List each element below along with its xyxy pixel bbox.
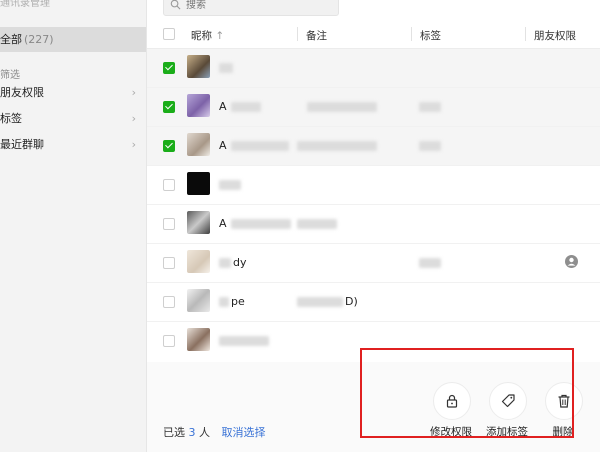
column-friend-permission[interactable]: 朋友权限 (534, 28, 576, 43)
column-remark[interactable]: 备注 (306, 28, 327, 43)
contact-nickname: A (219, 217, 227, 230)
row-checkbox[interactable] (163, 218, 175, 230)
table-row[interactable]: A (147, 205, 600, 244)
user-icon (565, 255, 578, 268)
selection-action-bar: 已选 3 人 取消选择 修改权限 添加标签 删除 (147, 362, 600, 452)
lock-icon (446, 394, 458, 408)
blurred-text (219, 258, 231, 268)
sidebar-item-label: 最近群聊 (0, 138, 44, 151)
contact-remark: D) (345, 295, 358, 308)
contact-nickname: dy (233, 256, 247, 269)
blurred-text (219, 180, 241, 190)
add-tag-circle[interactable] (489, 382, 527, 420)
avatar (187, 55, 210, 78)
selected-count: 3 (188, 426, 196, 439)
chevron-right-icon: › (131, 138, 136, 151)
search-icon (170, 0, 181, 10)
table-row[interactable]: dy (147, 244, 600, 283)
sidebar-item-label: 朋友权限 (0, 86, 44, 99)
chevron-right-icon: › (131, 112, 136, 125)
table-row[interactable]: pe D) (147, 283, 600, 322)
modify-permission-button[interactable]: 修改权限 (421, 382, 475, 452)
row-checkbox[interactable] (163, 179, 175, 191)
avatar (187, 94, 210, 117)
row-checkbox[interactable] (163, 335, 175, 347)
delete-circle[interactable] (545, 382, 583, 420)
avatar (187, 172, 210, 195)
contact-nickname: pe (231, 295, 245, 308)
blurred-remark (297, 219, 337, 229)
blurred-text (219, 297, 229, 307)
row-checkbox[interactable] (163, 257, 175, 269)
blurred-text (231, 219, 291, 229)
blurred-remark (297, 141, 377, 151)
cancel-selection-link[interactable]: 取消选择 (222, 426, 266, 439)
action-label: 删除 (552, 426, 574, 438)
avatar (187, 133, 210, 156)
column-divider (411, 27, 412, 41)
sidebar-item-friend-permission[interactable]: 朋友权限 › (0, 83, 140, 103)
search-input[interactable] (184, 0, 328, 14)
sidebar-filter-heading: 筛选 (0, 70, 20, 81)
tag-icon (501, 394, 515, 408)
column-label: 昵称 (191, 30, 212, 42)
blurred-tag (419, 258, 441, 268)
column-divider (525, 27, 526, 41)
blurred-tag (419, 141, 441, 151)
sidebar-item-all[interactable]: 全部 (227) (0, 27, 146, 52)
column-nickname[interactable]: 昵称 ↑ (191, 28, 224, 43)
blurred-tag (419, 102, 441, 112)
row-checkbox[interactable] (163, 101, 175, 113)
trash-icon (558, 394, 570, 408)
selected-suffix: 人 (199, 426, 210, 439)
sidebar-item-recent-groups[interactable]: 最近群聊 › (0, 135, 140, 155)
blurred-remark (297, 297, 343, 307)
blurred-remark (307, 102, 377, 112)
sidebar: 通讯录管理 全部 (227) 筛选 朋友权限 › 标签 › 最近群聊 › (0, 0, 147, 452)
row-checkbox[interactable] (163, 296, 175, 308)
add-tag-button[interactable]: 添加标签 (477, 382, 531, 452)
contact-nickname: A (219, 100, 227, 113)
sidebar-all-count: (227) (24, 33, 54, 46)
chevron-right-icon: › (131, 86, 136, 99)
sort-asc-icon: ↑ (215, 30, 225, 42)
table-row[interactable]: A (147, 88, 600, 127)
select-all-checkbox[interactable] (163, 28, 175, 40)
contact-nickname: A (219, 139, 227, 152)
delete-button[interactable]: 删除 (533, 382, 587, 452)
selected-prefix: 已选 (163, 426, 185, 439)
table-row[interactable]: A (147, 127, 600, 166)
search-box[interactable] (163, 0, 339, 16)
contacts-panel: 昵称 ↑ 备注 标签 朋友权限 A A (147, 0, 600, 452)
blurred-text (219, 63, 233, 73)
sidebar-item-tags[interactable]: 标签 › (0, 109, 140, 129)
avatar (187, 328, 210, 351)
row-checkbox[interactable] (163, 140, 175, 152)
avatar (187, 211, 210, 234)
sidebar-item-label: 标签 (0, 112, 22, 125)
table-row[interactable] (147, 49, 600, 88)
table-row[interactable] (147, 166, 600, 205)
table-header: 昵称 ↑ 备注 标签 朋友权限 (147, 22, 600, 49)
sidebar-all-label: 全部 (0, 33, 22, 46)
avatar (187, 289, 210, 312)
table-row[interactable] (147, 322, 600, 360)
sidebar-title: 通讯录管理 (0, 0, 50, 9)
row-checkbox[interactable] (163, 62, 175, 74)
avatar (187, 250, 210, 273)
column-tag[interactable]: 标签 (420, 28, 441, 43)
blurred-text (231, 141, 289, 151)
column-divider (297, 27, 298, 41)
selected-count-info: 已选 3 人 取消选择 (163, 424, 266, 440)
blurred-text (231, 102, 261, 112)
modify-permission-circle[interactable] (433, 382, 471, 420)
blurred-text (219, 336, 269, 346)
